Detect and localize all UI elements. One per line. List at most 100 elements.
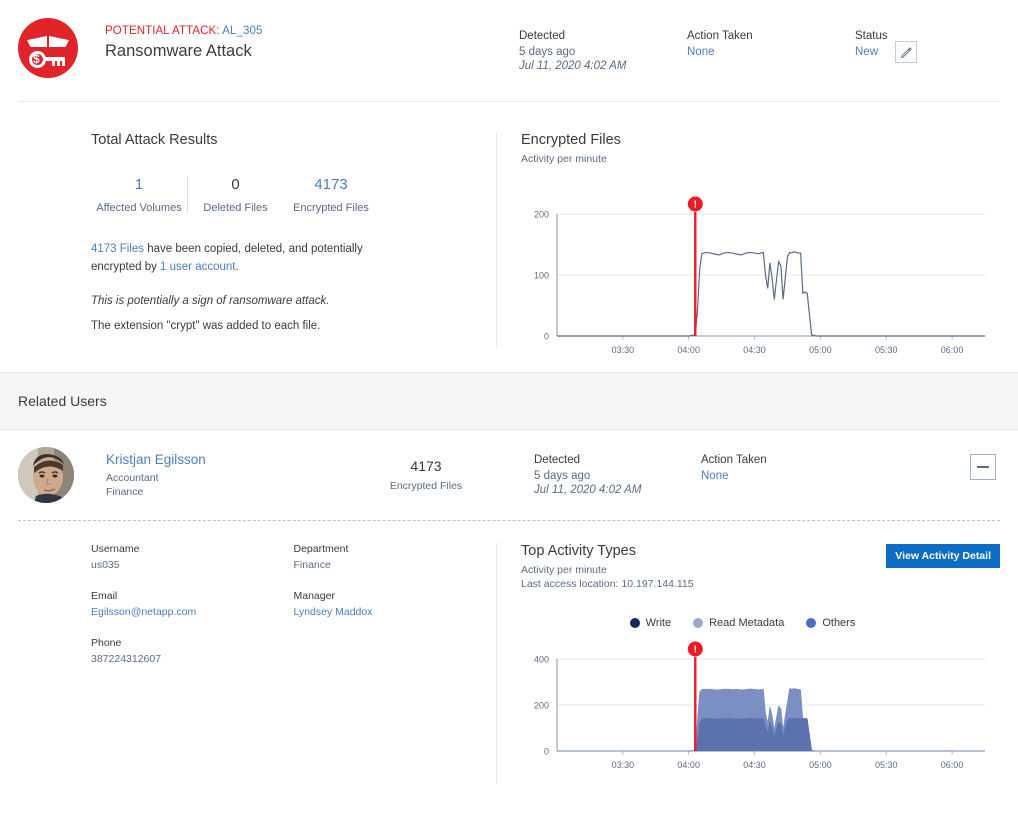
avatar-photo bbox=[18, 447, 74, 503]
svg-text:05:30: 05:30 bbox=[875, 760, 898, 770]
legend-label: Write bbox=[646, 617, 671, 629]
alert-id: AL_305 bbox=[222, 25, 262, 37]
detected-field: Detected 5 days ago Jul 11, 2020 4:02 AM bbox=[519, 30, 687, 72]
activity-legend: Write Read Metadata Others bbox=[521, 617, 1000, 629]
user-meta-row: Detected 5 days ago Jul 11, 2020 4:02 AM… bbox=[534, 454, 869, 496]
stats-row: 1 Affected Volumes 0 Deleted Files 4173 … bbox=[91, 176, 496, 214]
activity-last-access: Last access location: 10.197.144.115 bbox=[521, 577, 1000, 591]
detected-label: Detected bbox=[519, 30, 687, 42]
svg-text:06:00: 06:00 bbox=[941, 760, 964, 770]
field-value: us035 bbox=[91, 559, 294, 571]
activity-chart-panel: Top Activity Types Activity per minute L… bbox=[497, 543, 1000, 781]
alert-meta-row: Detected 5 days ago Jul 11, 2020 4:02 AM… bbox=[519, 30, 1000, 72]
dollar-glyph: $ bbox=[33, 52, 40, 67]
detected-date: Jul 11, 2020 4:02 AM bbox=[519, 60, 687, 72]
ransomware-note: This is potentially a sign of ransomware… bbox=[91, 295, 496, 307]
page-title: Ransomware Attack bbox=[105, 42, 263, 61]
summary-section: Total Attack Results 1 Affected Volumes … bbox=[18, 102, 1000, 372]
svg-text:05:00: 05:00 bbox=[809, 760, 832, 770]
encrypted-files-chart: 010020003:3004:0004:3005:0005:3006:00! bbox=[521, 192, 1000, 362]
field-username: Username us035 bbox=[91, 543, 294, 571]
legend-swatch bbox=[693, 618, 703, 628]
field-label: Manager bbox=[294, 590, 497, 602]
extension-note: The extension "crypt" was added to each … bbox=[91, 320, 496, 332]
angry-ransomware-face-icon: $ bbox=[18, 18, 78, 78]
user-action-value: None bbox=[701, 470, 869, 482]
activity-types-svg: 020040003:3004:0004:3005:0005:3006:00! bbox=[521, 637, 991, 777]
related-users-title: Related Users bbox=[18, 393, 107, 409]
encrypted-files-svg: 010020003:3004:0004:3005:0005:3006:00! bbox=[521, 192, 991, 362]
svg-text:100: 100 bbox=[534, 271, 549, 281]
svg-text:04:30: 04:30 bbox=[743, 760, 766, 770]
edit-status-button[interactable] bbox=[895, 41, 917, 63]
field-value: Finance bbox=[294, 559, 497, 571]
user-fields-panel: Username us035 Email Egilsson@netapp.com… bbox=[18, 543, 497, 783]
summary-description: 4173 Files have been copied, deleted, an… bbox=[91, 240, 411, 276]
pencil-icon bbox=[900, 46, 913, 59]
stat-label: Encrypted Files bbox=[283, 202, 379, 214]
key-tooth-shape bbox=[62, 61, 65, 66]
svg-text:0: 0 bbox=[544, 747, 549, 757]
summary-text-end: . bbox=[235, 261, 238, 273]
stat-label: Affected Volumes bbox=[91, 202, 187, 214]
field-label: Phone bbox=[91, 637, 294, 649]
user-detected-label: Detected bbox=[534, 454, 701, 466]
user-encrypted-label: Encrypted Files bbox=[356, 480, 496, 492]
svg-text:!: ! bbox=[694, 200, 697, 211]
field-email: Email Egilsson@netapp.com bbox=[91, 590, 294, 618]
field-value[interactable]: Lyndsey Maddox bbox=[294, 606, 497, 618]
svg-text:200: 200 bbox=[534, 701, 549, 711]
legend-item-write[interactable]: Write bbox=[630, 617, 671, 629]
stat-affected-volumes: 1 Affected Volumes bbox=[91, 176, 187, 214]
user-account-link[interactable]: 1 user account bbox=[160, 261, 235, 273]
alert-kicker: POTENTIAL ATTACK: AL_305 bbox=[105, 25, 263, 37]
action-taken-label: Action Taken bbox=[687, 30, 855, 42]
alert-title-block: POTENTIAL ATTACK: AL_305 Ransomware Atta… bbox=[105, 18, 263, 61]
user-encrypted-count: 4173 bbox=[356, 458, 496, 474]
key-tooth-shape bbox=[52, 61, 55, 66]
minus-square-icon bbox=[977, 466, 989, 468]
field-manager: Manager Lyndsey Maddox bbox=[294, 590, 497, 618]
field-value: 387224312607 bbox=[91, 653, 294, 665]
legend-label: Read Metadata bbox=[709, 617, 784, 629]
user-action-field: Action Taken None bbox=[701, 454, 869, 496]
svg-text:200: 200 bbox=[534, 210, 549, 220]
encrypted-files-chart-subtitle: Activity per minute bbox=[521, 152, 1000, 166]
view-activity-detail-button[interactable]: View Activity Detail bbox=[886, 544, 1000, 568]
svg-text:04:00: 04:00 bbox=[677, 345, 700, 355]
field-label: Department bbox=[294, 543, 497, 555]
stat-deleted-files: 0 Deleted Files bbox=[187, 176, 283, 214]
encrypted-files-chart-title: Encrypted Files bbox=[521, 132, 1000, 148]
user-detected-value: 5 days ago bbox=[534, 470, 701, 482]
stat-value: 4173 bbox=[283, 176, 379, 193]
encrypted-files-chart-panel: Encrypted Files Activity per minute 0100… bbox=[497, 132, 1000, 372]
svg-text:05:30: 05:30 bbox=[875, 345, 898, 355]
field-phone: Phone 387224312607 bbox=[91, 637, 294, 665]
svg-text:05:00: 05:00 bbox=[809, 345, 832, 355]
user-department: Finance bbox=[106, 485, 356, 499]
user-detected-date: Jul 11, 2020 4:02 AM bbox=[534, 484, 701, 496]
user-fields-column-2: Department Finance Manager Lyndsey Maddo… bbox=[294, 543, 497, 783]
svg-text:04:00: 04:00 bbox=[677, 760, 700, 770]
eye-left-shape bbox=[27, 36, 47, 47]
user-name-link[interactable]: Kristjan Egilsson bbox=[106, 452, 356, 467]
legend-item-others[interactable]: Others bbox=[806, 617, 855, 629]
svg-text:400: 400 bbox=[534, 655, 549, 665]
key-tooth-shape bbox=[57, 61, 60, 66]
field-value[interactable]: Egilsson@netapp.com bbox=[91, 606, 294, 618]
svg-text:!: ! bbox=[694, 645, 697, 656]
eye-right-shape bbox=[49, 36, 69, 47]
files-link[interactable]: 4173 Files bbox=[91, 243, 144, 255]
svg-text:03:30: 03:30 bbox=[612, 345, 635, 355]
legend-item-read-metadata[interactable]: Read Metadata bbox=[693, 617, 784, 629]
user-role: Accountant bbox=[106, 471, 356, 485]
svg-text:04:30: 04:30 bbox=[743, 345, 766, 355]
legend-swatch bbox=[630, 618, 640, 628]
action-taken-value: None bbox=[687, 46, 855, 58]
legend-label: Others bbox=[822, 617, 855, 629]
action-taken-field: Action Taken None bbox=[687, 30, 855, 72]
collapse-user-button[interactable] bbox=[970, 454, 996, 480]
stat-value: 0 bbox=[188, 176, 283, 193]
user-encrypted-files-stat: 4173 Encrypted Files bbox=[356, 458, 496, 492]
field-label: Email bbox=[91, 590, 294, 602]
